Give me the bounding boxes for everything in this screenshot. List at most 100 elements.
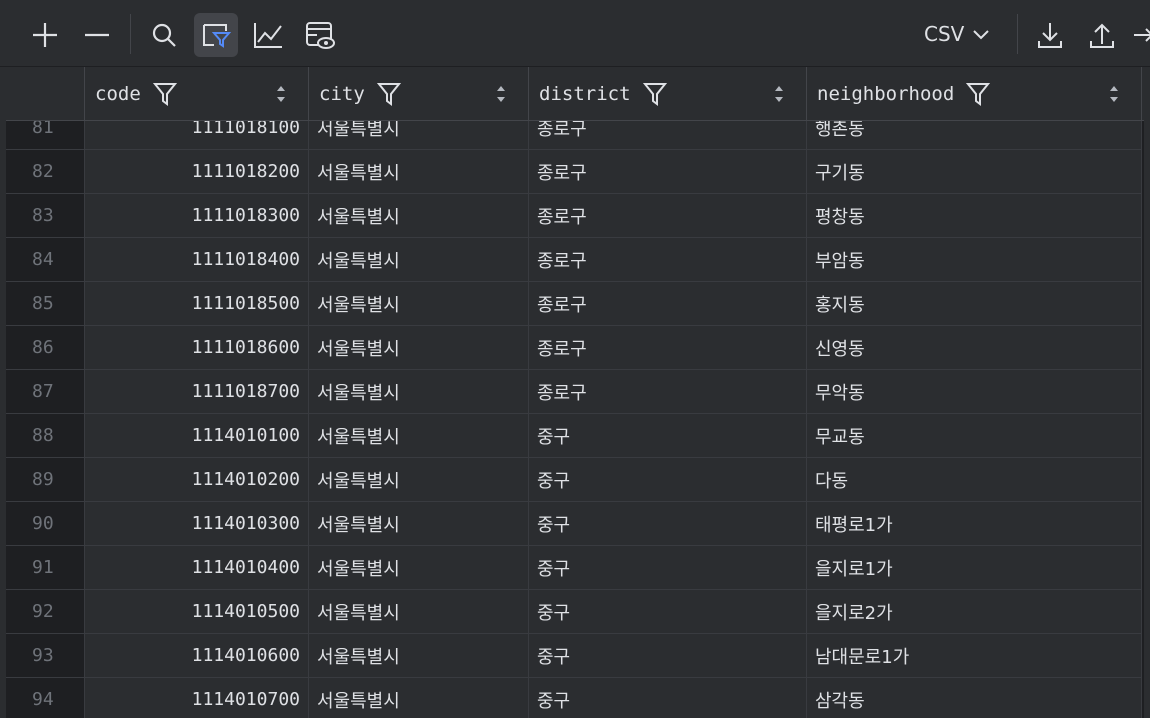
neighborhood-cell[interactable]: 무악동 bbox=[807, 370, 1142, 414]
neighborhood-cell[interactable]: 신영동 bbox=[807, 326, 1142, 370]
code-cell[interactable]: 1111018600 bbox=[85, 326, 309, 370]
neighborhood-cell[interactable]: 평창동 bbox=[807, 194, 1142, 238]
city-cell[interactable]: 서울특별시 bbox=[309, 150, 529, 194]
district-cell[interactable]: 종로구 bbox=[529, 326, 807, 370]
city-cell[interactable]: 서울특별시 bbox=[309, 678, 529, 718]
district-cell[interactable]: 중구 bbox=[529, 546, 807, 590]
district-cell[interactable]: 중구 bbox=[529, 678, 807, 718]
district-cell[interactable]: 중구 bbox=[529, 502, 807, 546]
table-row[interactable]: 87 1111018700 서울특별시 종로구 무악동 bbox=[6, 370, 1144, 414]
delete-row-button[interactable] bbox=[75, 13, 119, 57]
view-button[interactable] bbox=[298, 13, 342, 57]
add-row-button[interactable] bbox=[23, 13, 67, 57]
table-row[interactable]: 92 1114010500 서울특별시 중구 을지로2가 bbox=[6, 590, 1144, 634]
city-cell[interactable]: 서울특별시 bbox=[309, 282, 529, 326]
code-cell[interactable]: 1114010600 bbox=[85, 634, 309, 678]
code-cell[interactable]: 1111018400 bbox=[85, 238, 309, 282]
row-number-header bbox=[6, 67, 85, 120]
table-row[interactable]: 85 1111018500 서울특별시 종로구 홍지동 bbox=[6, 282, 1144, 326]
table-row[interactable]: 86 1111018600 서울특별시 종로구 신영동 bbox=[6, 326, 1144, 370]
district-cell[interactable]: 종로구 bbox=[529, 370, 807, 414]
search-button[interactable] bbox=[142, 13, 186, 57]
grid-header: code city district neighborhood bbox=[6, 67, 1144, 121]
district-cell[interactable]: 중구 bbox=[529, 590, 807, 634]
neighborhood-cell[interactable]: 태평로1가 bbox=[807, 502, 1142, 546]
code-cell[interactable]: 1114010200 bbox=[85, 458, 309, 502]
filter-icon[interactable] bbox=[152, 81, 177, 107]
column-name: neighborhood bbox=[817, 82, 955, 105]
city-cell[interactable]: 서울특별시 bbox=[309, 370, 529, 414]
table-row[interactable]: 88 1114010100 서울특별시 중구 무교동 bbox=[6, 414, 1144, 458]
filter-icon[interactable] bbox=[376, 81, 401, 107]
filter-icon[interactable] bbox=[966, 81, 991, 107]
more-icon[interactable] bbox=[1132, 22, 1150, 48]
sort-icon[interactable] bbox=[496, 85, 506, 103]
table-row[interactable]: 90 1114010300 서울특별시 중구 태평로1가 bbox=[6, 502, 1144, 546]
neighborhood-cell[interactable]: 을지로2가 bbox=[807, 590, 1142, 634]
code-cell[interactable]: 1114010100 bbox=[85, 414, 309, 458]
table-row[interactable]: 89 1114010200 서울특별시 중구 다동 bbox=[6, 458, 1144, 502]
district-cell[interactable]: 종로구 bbox=[529, 238, 807, 282]
district-cell[interactable]: 중구 bbox=[529, 634, 807, 678]
code-cell[interactable]: 1114010400 bbox=[85, 546, 309, 590]
filter-icon[interactable] bbox=[642, 81, 667, 107]
code-cell[interactable]: 1111018700 bbox=[85, 370, 309, 414]
plus-icon bbox=[33, 23, 57, 47]
city-cell[interactable]: 서울특별시 bbox=[309, 634, 529, 678]
neighborhood-cell[interactable]: 다동 bbox=[807, 458, 1142, 502]
row-number-cell: 88 bbox=[6, 414, 85, 458]
row-number-cell: 84 bbox=[6, 238, 85, 282]
neighborhood-cell[interactable]: 홍지동 bbox=[807, 282, 1142, 326]
neighborhood-cell[interactable]: 을지로1가 bbox=[807, 546, 1142, 590]
code-cell[interactable]: 1114010300 bbox=[85, 502, 309, 546]
table-row[interactable]: 94 1114010700 서울특별시 중구 삼각동 bbox=[6, 678, 1144, 718]
code-cell[interactable]: 1111018300 bbox=[85, 194, 309, 238]
neighborhood-cell[interactable]: 구기동 bbox=[807, 150, 1142, 194]
table-row[interactable]: 91 1114010400 서울특별시 중구 을지로1가 bbox=[6, 546, 1144, 590]
neighborhood-cell[interactable]: 삼각동 bbox=[807, 678, 1142, 718]
filter-toggle-button[interactable] bbox=[194, 13, 238, 57]
row-number-cell: 93 bbox=[6, 634, 85, 678]
city-cell[interactable]: 서울특별시 bbox=[309, 194, 529, 238]
district-cell[interactable]: 중구 bbox=[529, 414, 807, 458]
row-number-cell: 90 bbox=[6, 502, 85, 546]
city-cell[interactable]: 서울특별시 bbox=[309, 546, 529, 590]
column-header-neighborhood[interactable]: neighborhood bbox=[807, 67, 1142, 120]
upload-icon bbox=[1090, 23, 1114, 48]
search-icon bbox=[152, 23, 176, 47]
table-row[interactable]: 93 1114010600 서울특별시 중구 남대문로1가 bbox=[6, 634, 1144, 678]
city-cell[interactable]: 서울특별시 bbox=[309, 238, 529, 282]
city-cell[interactable]: 서울특별시 bbox=[309, 502, 529, 546]
city-cell[interactable]: 서울특별시 bbox=[309, 458, 529, 502]
district-cell[interactable]: 중구 bbox=[529, 458, 807, 502]
sort-icon[interactable] bbox=[276, 85, 286, 103]
column-name: city bbox=[319, 82, 365, 105]
code-cell[interactable]: 1111018200 bbox=[85, 150, 309, 194]
chart-button[interactable] bbox=[246, 13, 290, 57]
import-button[interactable] bbox=[1028, 13, 1072, 57]
neighborhood-cell[interactable]: 무교동 bbox=[807, 414, 1142, 458]
district-cell[interactable]: 종로구 bbox=[529, 194, 807, 238]
district-cell[interactable]: 종로구 bbox=[529, 150, 807, 194]
city-cell[interactable]: 서울특별시 bbox=[309, 414, 529, 458]
city-cell[interactable]: 서울특별시 bbox=[309, 590, 529, 634]
neighborhood-cell[interactable]: 부암동 bbox=[807, 238, 1142, 282]
table-row[interactable]: 83 1111018300 서울특별시 종로구 평창동 bbox=[6, 194, 1144, 238]
table-row[interactable]: 82 1111018200 서울특별시 종로구 구기동 bbox=[6, 150, 1144, 194]
column-header-district[interactable]: district bbox=[529, 67, 807, 120]
format-dropdown[interactable]: CSV bbox=[916, 14, 1014, 54]
toolbar-separator bbox=[130, 14, 131, 54]
column-header-code[interactable]: code bbox=[85, 67, 309, 120]
column-name: code bbox=[95, 82, 141, 105]
district-cell[interactable]: 종로구 bbox=[529, 282, 807, 326]
column-header-city[interactable]: city bbox=[309, 67, 529, 120]
code-cell[interactable]: 1114010700 bbox=[85, 678, 309, 718]
code-cell[interactable]: 1114010500 bbox=[85, 590, 309, 634]
neighborhood-cell[interactable]: 남대문로1가 bbox=[807, 634, 1142, 678]
table-row[interactable]: 84 1111018400 서울특별시 종로구 부암동 bbox=[6, 238, 1144, 282]
export-button[interactable] bbox=[1080, 13, 1124, 57]
city-cell[interactable]: 서울특별시 bbox=[309, 326, 529, 370]
sort-icon[interactable] bbox=[774, 85, 784, 103]
sort-icon[interactable] bbox=[1109, 85, 1119, 103]
code-cell[interactable]: 1111018500 bbox=[85, 282, 309, 326]
